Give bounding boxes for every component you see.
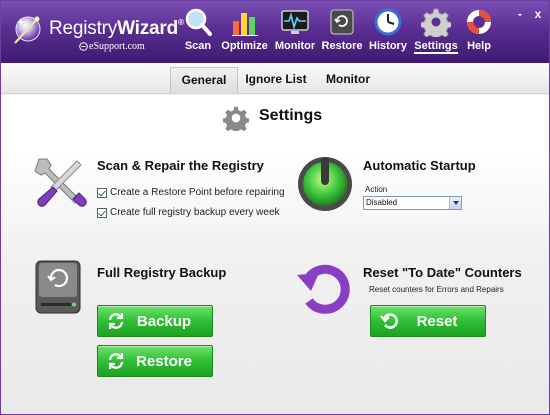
action-label: Action <box>365 185 388 194</box>
nav-settings[interactable]: Settings <box>410 5 462 61</box>
reset-button[interactable]: Reset <box>370 305 486 337</box>
backup-title: Full Registry Backup <box>97 265 227 280</box>
tab-ignore-list[interactable]: Ignore List <box>240 67 312 94</box>
scan-repair-title: Scan & Repair the Registry <box>97 158 264 173</box>
reset-title: Reset "To Date" Counters <box>363 265 522 280</box>
nav-monitor[interactable]: Monitor <box>272 5 318 61</box>
refresh-icon <box>108 313 124 329</box>
chevron-down-icon[interactable] <box>449 197 461 209</box>
tab-monitor[interactable]: Monitor <box>319 67 377 94</box>
logo-text: RegistryWizard® <box>49 18 184 39</box>
nav-scan[interactable]: Scan <box>179 5 217 61</box>
tab-bar: General Ignore List Monitor <box>1 63 549 94</box>
weekly-backup-checkbox[interactable] <box>97 207 107 218</box>
lifebuoy-icon <box>467 10 491 34</box>
nav-help[interactable]: Help <box>462 5 496 61</box>
tab-general[interactable]: General <box>170 67 238 94</box>
backup-drive-icon <box>35 260 81 314</box>
backup-button[interactable]: Backup <box>97 305 213 337</box>
minimize-button[interactable]: - <box>513 7 527 21</box>
title-area: Settings <box>1 95 549 151</box>
esupport-icon <box>79 42 88 51</box>
wrench-screwdriver-icon <box>34 158 87 207</box>
wizard-ball-icon <box>14 16 41 44</box>
top-settings-section: Scan & Repair the Registry Create a Rest… <box>1 151 549 235</box>
logo-subtitle: eSupport.com <box>89 41 145 52</box>
close-button[interactable]: x <box>531 7 545 21</box>
restore-point-option[interactable]: Create a Restore Point before repairing <box>97 187 285 198</box>
restore-button[interactable]: Restore <box>97 345 213 377</box>
refresh-icon <box>108 353 124 369</box>
settings-gear-icon <box>223 106 249 131</box>
reset-description: Reset counters for Errors and Repairs <box>369 285 504 294</box>
restore-point-label: Create a Restore Point before repairing <box>110 187 285 198</box>
startup-title: Automatic Startup <box>363 158 476 173</box>
bottom-settings-section: Full Registry Backup Backup Restore Rese… <box>1 235 549 414</box>
bar-chart-icon <box>231 13 258 36</box>
refresh-icon <box>380 313 398 329</box>
weekly-backup-label: Create full registry backup every week <box>110 207 280 218</box>
restore-point-checkbox[interactable] <box>97 187 107 198</box>
weekly-backup-option[interactable]: Create full registry backup every week <box>97 207 280 218</box>
restore-drive-icon <box>330 9 354 35</box>
page-title: Settings <box>259 107 323 124</box>
nav-restore[interactable]: Restore <box>318 5 366 61</box>
header-bar: RegistryWizard® eSupport.com Scan Optimi… <box>1 1 549 63</box>
startup-action-select[interactable]: Disabled <box>363 196 462 210</box>
main-nav: Scan Optimize Monitor Restore History Se… <box>179 5 496 61</box>
reset-arrow-icon <box>297 264 350 314</box>
clock-icon <box>374 8 402 36</box>
gear-icon <box>421 8 451 37</box>
app-window: RegistryWizard® eSupport.com Scan Optimi… <box>0 0 550 415</box>
startup-action-value: Disabled <box>366 198 398 207</box>
app-logo: RegistryWizard® eSupport.com <box>9 9 184 55</box>
nav-history[interactable]: History <box>366 5 410 61</box>
heartbeat-monitor-icon <box>281 10 309 34</box>
power-switch-icon <box>298 157 352 211</box>
nav-optimize[interactable]: Optimize <box>217 5 272 61</box>
magnifier-icon <box>185 8 212 36</box>
